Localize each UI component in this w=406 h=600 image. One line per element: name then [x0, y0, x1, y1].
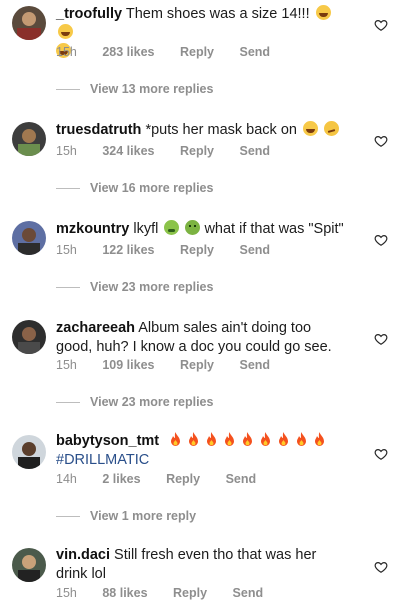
send-button[interactable]: Send	[240, 45, 271, 59]
username[interactable]: zachareeah	[56, 320, 135, 336]
view-more-label[interactable]: View 23 more replies	[90, 280, 213, 294]
send-button[interactable]: Send	[240, 144, 271, 158]
nauseated-emoji	[164, 220, 180, 235]
reply-button[interactable]: Reply	[180, 243, 214, 257]
comment-body: lkyfl	[133, 221, 159, 237]
avatar[interactable]	[12, 320, 46, 354]
divider-line	[56, 401, 80, 403]
heart-icon[interactable]	[374, 560, 388, 574]
fire-emoji	[189, 432, 199, 446]
divider-line	[56, 187, 80, 189]
comment-body: *puts her mask back on	[145, 122, 297, 138]
likes-count[interactable]: 283 likes	[102, 45, 154, 59]
avatar[interactable]	[12, 122, 46, 156]
fire-emoji	[243, 432, 253, 446]
timestamp: 15h	[56, 45, 77, 59]
comment-text: zachareeah Album sales ain't doing too g…	[56, 319, 346, 357]
timestamp: 15h	[56, 358, 77, 372]
view-more-label[interactable]: View 1 more reply	[90, 509, 196, 523]
username[interactable]: _troofully	[56, 6, 122, 22]
fire-emoji	[225, 432, 235, 446]
reply-button[interactable]: Reply	[180, 144, 214, 158]
username[interactable]: vin.daci	[56, 547, 110, 563]
heart-icon[interactable]	[374, 447, 388, 461]
comment-meta: 14h 2 likes Reply Send	[56, 472, 278, 486]
avatar[interactable]	[12, 548, 46, 582]
laughing-tears-emoji	[315, 5, 331, 20]
username[interactable]: babytyson_tmt	[56, 433, 159, 449]
view-more-replies[interactable]: View 13 more replies	[56, 82, 213, 96]
comment-text: babytyson_tmt #DRILLMATIC	[56, 432, 346, 470]
view-more-label[interactable]: View 16 more replies	[90, 181, 213, 195]
laughing-tears-emoji	[58, 24, 73, 39]
smirk-emoji	[324, 121, 340, 136]
heart-icon[interactable]	[374, 134, 388, 148]
username[interactable]: truesdatruth	[56, 122, 141, 138]
send-button[interactable]: Send	[226, 472, 257, 486]
reply-button[interactable]: Reply	[180, 358, 214, 372]
divider-line	[56, 286, 80, 288]
send-button[interactable]: Send	[240, 358, 271, 372]
hashtag-link[interactable]: #DRILLMATIC	[56, 452, 149, 468]
comment-meta: 15h 324 likes Reply Send	[56, 144, 292, 158]
view-more-replies[interactable]: View 1 more reply	[56, 509, 196, 523]
comment-body: Them shoes was a size 14!!!	[125, 6, 310, 22]
heart-icon[interactable]	[374, 18, 388, 32]
timestamp: 15h	[56, 144, 77, 158]
comment-meta: 15h 283 likes Reply Send	[56, 45, 292, 59]
timestamp: 15h	[56, 586, 77, 600]
reply-button[interactable]: Reply	[180, 45, 214, 59]
fire-emoji	[171, 432, 181, 446]
fire-emoji	[315, 432, 325, 446]
view-more-replies[interactable]: View 23 more replies	[56, 280, 213, 294]
divider-line	[56, 515, 80, 517]
avatar[interactable]	[12, 221, 46, 255]
username[interactable]: mzkountry	[56, 221, 129, 237]
comment-text: vin.daci Still fresh even tho that was h…	[56, 546, 346, 584]
comment-meta: 15h 122 likes Reply Send	[56, 243, 292, 257]
likes-count[interactable]: 88 likes	[102, 586, 147, 600]
comment-meta: 15h 88 likes Reply Send	[56, 586, 285, 600]
fire-emoji	[207, 432, 217, 446]
likes-count[interactable]: 2 likes	[102, 472, 140, 486]
send-button[interactable]: Send	[240, 243, 271, 257]
comment-meta: 15h 109 likes Reply Send	[56, 358, 292, 372]
view-more-label[interactable]: View 23 more replies	[90, 395, 213, 409]
avatar[interactable]	[12, 6, 46, 40]
divider-line	[56, 88, 80, 90]
heart-icon[interactable]	[374, 233, 388, 247]
reply-button[interactable]: Reply	[166, 472, 200, 486]
likes-count[interactable]: 122 likes	[102, 243, 154, 257]
comment-text: truesdatruth *puts her mask back on	[56, 121, 346, 140]
green-face-emoji	[185, 220, 201, 235]
timestamp: 14h	[56, 472, 77, 486]
avatar[interactable]	[12, 435, 46, 469]
fire-emoji	[261, 432, 271, 446]
likes-count[interactable]: 324 likes	[102, 144, 154, 158]
send-button[interactable]: Send	[233, 586, 264, 600]
view-more-replies[interactable]: View 16 more replies	[56, 181, 213, 195]
fire-emoji	[297, 432, 307, 446]
timestamp: 15h	[56, 243, 77, 257]
view-more-label[interactable]: View 13 more replies	[90, 82, 213, 96]
reply-button[interactable]: Reply	[173, 586, 207, 600]
laughing-tears-emoji	[303, 121, 318, 136]
fire-emoji-row	[169, 432, 331, 449]
fire-emoji	[279, 432, 289, 446]
comment-text: mzkountry lkyfl what if that was "Spit"	[56, 220, 346, 239]
comment-body-continued: what if that was "Spit"	[204, 221, 344, 237]
heart-icon[interactable]	[374, 332, 388, 346]
likes-count[interactable]: 109 likes	[102, 358, 154, 372]
view-more-replies[interactable]: View 23 more replies	[56, 395, 213, 409]
